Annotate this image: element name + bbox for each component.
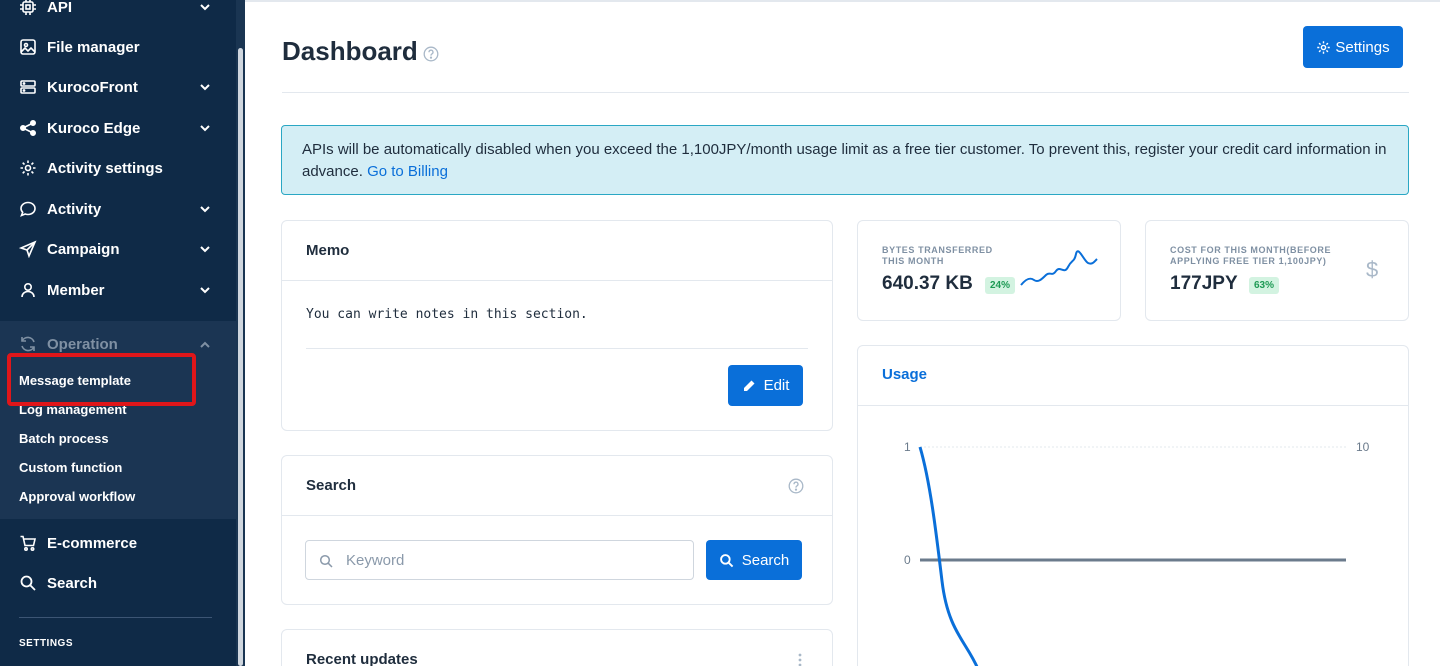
chevron-down-icon [200, 246, 210, 253]
sidebar-item-activity[interactable]: Activity [0, 189, 236, 229]
sidebar-item-label: E-commerce [47, 534, 138, 552]
chevron-down-icon [200, 287, 210, 294]
sidebar-item-label: API [47, 0, 73, 16]
stat-value: 640.37 KB [882, 273, 973, 294]
chip-icon [19, 0, 37, 16]
sidebar-item-label: Operation [47, 335, 118, 353]
pencil-icon [743, 380, 755, 391]
cart-icon [19, 534, 37, 552]
stat-value: 177JPY [1170, 273, 1238, 294]
refresh-icon [19, 335, 37, 353]
sparkline [1020, 250, 1098, 286]
search-button[interactable]: Search [706, 540, 802, 580]
usage-card: Usage 1 0 10 [857, 345, 1409, 666]
server-icon [19, 78, 37, 96]
y-axis-left-tick: 1 [904, 440, 911, 454]
chevron-down-icon [200, 206, 210, 213]
memo-title: Memo [306, 242, 350, 259]
stat-badge: 24% [985, 277, 1016, 294]
sidebar-divider [19, 617, 212, 618]
memo-divider [306, 348, 808, 349]
sidebar-item-kurocofront[interactable]: KurocoFront [0, 67, 236, 107]
share-icon [19, 119, 37, 137]
sidebar-item-api[interactable]: API [0, 0, 236, 27]
y-axis-left-tick: 0 [904, 553, 911, 567]
sidebar-subitem-custom-function[interactable]: Custom function [19, 460, 122, 475]
stat-badge: 63% [1249, 277, 1280, 294]
help-icon[interactable] [788, 478, 804, 494]
sidebar-item-label: Search [47, 574, 98, 592]
search-title: Search [306, 477, 357, 494]
sidebar-item-campaign[interactable]: Campaign [0, 229, 236, 269]
chart-series-line [918, 446, 979, 666]
usage-title[interactable]: Usage [882, 366, 927, 383]
go-to-billing-link[interactable]: Go to Billing [367, 163, 448, 180]
bytes-stat-card: BYTES TRANSFERRED THIS MONTH 640.37 KB 2… [857, 220, 1121, 321]
card-divider [282, 515, 832, 516]
y-axis-right-tick: 10 [1356, 440, 1370, 454]
keyword-input[interactable] [305, 540, 694, 580]
sidebar-scrollbar[interactable] [238, 48, 243, 666]
search-icon [19, 574, 37, 592]
search-button-label: Search [741, 551, 790, 569]
search-icon [719, 553, 733, 567]
stat-label: COST FOR THIS MONTH(BEFORE APPLYING FREE… [1170, 245, 1332, 266]
edit-button-label: Edit [763, 377, 790, 394]
sidebar-item-label: Activity settings [47, 159, 163, 177]
card-divider [858, 405, 1408, 406]
more-vertical-icon[interactable] [797, 652, 803, 666]
dollar-icon: $ [1366, 257, 1379, 282]
top-border [245, 0, 1440, 2]
title-divider [282, 92, 1409, 93]
page-title: Dashboard [282, 36, 418, 66]
sidebar-subitem-approval-workflow[interactable]: Approval workflow [19, 489, 135, 504]
sidebar: API File manager KurocoFront Kuroco Edge… [0, 0, 245, 666]
memo-card: Memo You can write notes in this section… [281, 220, 833, 431]
gear-icon [1317, 40, 1331, 54]
cost-stat-card: COST FOR THIS MONTH(BEFORE APPLYING FREE… [1145, 220, 1409, 321]
sidebar-item-label: KurocoFront [47, 78, 138, 96]
search-icon [319, 554, 333, 568]
help-icon[interactable] [423, 46, 439, 62]
sidebar-item-search[interactable]: Search [0, 563, 236, 603]
chevron-down-icon [200, 84, 210, 91]
settings-button-label: Settings [1335, 38, 1390, 56]
chevron-down-icon [200, 125, 210, 132]
image-icon [19, 38, 37, 56]
memo-text: You can write notes in this section. [306, 307, 588, 322]
card-divider [282, 280, 832, 281]
sidebar-item-label: Campaign [47, 240, 120, 258]
sidebar-item-kuroco-edge[interactable]: Kuroco Edge [0, 108, 236, 148]
send-icon [19, 240, 37, 258]
sidebar-item-label: File manager [47, 38, 140, 56]
alert-text: APIs will be automatically disabled when… [302, 141, 1387, 180]
chat-icon [19, 200, 37, 218]
sidebar-item-file-manager[interactable]: File manager [0, 27, 236, 67]
sidebar-subitem-batch-process[interactable]: Batch process [19, 431, 109, 446]
user-icon [19, 281, 37, 299]
stat-label: BYTES TRANSFERRED THIS MONTH [882, 245, 993, 266]
recent-updates-title: Recent updates [306, 651, 418, 666]
billing-alert: APIs will be automatically disabled when… [281, 125, 1409, 195]
sidebar-item-label: Kuroco Edge [47, 119, 141, 137]
usage-chart [918, 446, 1346, 666]
recent-updates-card: Recent updates [281, 629, 833, 666]
sidebar-item-activity-settings[interactable]: Activity settings [0, 148, 236, 188]
settings-button[interactable]: Settings [1303, 26, 1403, 68]
sidebar-section-settings: SETTINGS [19, 638, 74, 649]
gear-icon [19, 159, 37, 177]
search-card: Search Search [281, 455, 833, 605]
sidebar-item-e-commerce[interactable]: E-commerce [0, 523, 236, 563]
sidebar-item-label: Activity [47, 200, 102, 218]
sidebar-item-member[interactable]: Member [0, 270, 236, 310]
chevron-up-icon [200, 341, 210, 348]
chevron-down-icon [200, 4, 210, 11]
edit-button[interactable]: Edit [728, 365, 803, 406]
highlight-box [7, 353, 196, 406]
sidebar-item-label: Member [47, 281, 105, 299]
operation-section: Operation Message template Log managemen… [0, 321, 236, 519]
